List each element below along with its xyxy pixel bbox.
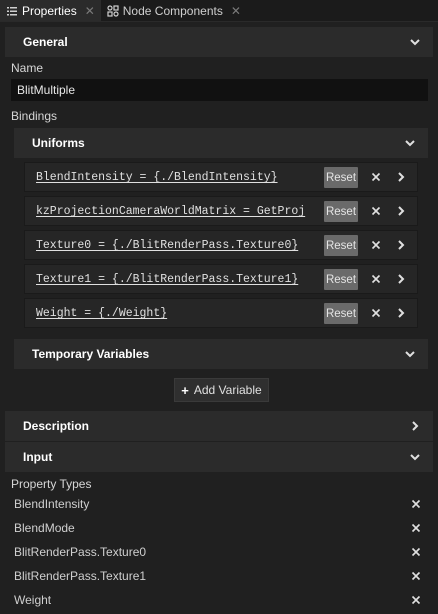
chevron-right-icon[interactable] (395, 239, 407, 251)
chevron-right-icon (412, 421, 419, 431)
add-variable-button[interactable]: + Add Variable (174, 378, 269, 402)
binding-row[interactable]: kzProjectionCameraWorldMatrix = GetProj … (24, 196, 418, 226)
section-title: Description (23, 419, 90, 433)
list-item: BlitRenderPass.Texture0 (14, 542, 428, 562)
list-item: BlendIntensity (14, 494, 428, 514)
temporary-variables-header[interactable]: Temporary Variables (14, 339, 428, 369)
remove-icon[interactable] (410, 570, 422, 582)
list-item: BlitRenderPass.Texture1 (14, 566, 428, 586)
tab-node-components[interactable]: Node Components ✕ (101, 0, 247, 21)
section-input-header[interactable]: Input (5, 442, 433, 472)
chevron-right-icon[interactable] (395, 307, 407, 319)
chevron-down-icon (405, 351, 415, 358)
remove-icon[interactable] (410, 498, 422, 510)
binding-expression[interactable]: kzProjectionCameraWorldMatrix = GetProj (36, 204, 315, 220)
reset-button[interactable]: Reset (324, 303, 358, 324)
plus-icon: + (181, 382, 189, 398)
remove-icon[interactable] (410, 594, 422, 606)
bindings-label: Bindings (11, 109, 58, 123)
list-item: BlendMode (14, 518, 428, 538)
reset-button[interactable]: Reset (324, 201, 358, 222)
binding-expression[interactable]: Texture0 = {./BlitRenderPass.Texture0} (36, 238, 315, 254)
remove-icon[interactable] (370, 273, 382, 285)
remove-icon[interactable] (370, 239, 382, 251)
remove-icon[interactable] (410, 546, 422, 558)
binding-row[interactable]: Texture1 = {./BlitRenderPass.Texture1} R… (24, 264, 418, 294)
section-title: Temporary Variables (32, 347, 150, 361)
list-item: Weight (14, 590, 428, 610)
binding-row[interactable]: BlendIntensity = {./BlendIntensity} Rese… (24, 162, 418, 192)
components-icon (107, 4, 119, 17)
binding-row[interactable]: Weight = {./Weight} Reset (24, 298, 418, 328)
chevron-down-icon (410, 454, 420, 461)
binding-expression[interactable]: BlendIntensity = {./BlendIntensity} (36, 170, 315, 186)
section-title: Input (23, 450, 53, 464)
reset-button[interactable]: Reset (324, 269, 358, 290)
section-general-header[interactable]: General (5, 27, 433, 57)
name-label: Name (11, 61, 44, 75)
property-type-label: BlendIntensity (14, 497, 90, 511)
remove-icon[interactable] (370, 307, 382, 319)
chevron-right-icon[interactable] (395, 273, 407, 285)
tab-label: Properties (22, 3, 77, 18)
chevron-right-icon[interactable] (395, 205, 407, 217)
property-type-label: BlitRenderPass.Texture0 (14, 545, 147, 559)
property-types-label: Property Types (11, 477, 92, 491)
remove-icon[interactable] (370, 205, 382, 217)
tab-bar: Properties ✕ Node Components ✕ (0, 0, 438, 22)
tab-label: Node Components (122, 3, 223, 18)
name-field[interactable]: BlitMultiple (11, 79, 428, 101)
property-type-label: BlitRenderPass.Texture1 (14, 569, 147, 583)
close-icon[interactable]: ✕ (231, 4, 241, 18)
binding-expression[interactable]: Weight = {./Weight} (36, 306, 315, 322)
binding-row[interactable]: Texture0 = {./BlitRenderPass.Texture0} R… (24, 230, 418, 260)
close-icon[interactable]: ✕ (85, 4, 95, 18)
reset-button[interactable]: Reset (324, 167, 358, 188)
chevron-down-icon (405, 140, 415, 147)
binding-expression[interactable]: Texture1 = {./BlitRenderPass.Texture1} (36, 272, 315, 288)
section-title: General (23, 35, 68, 49)
add-variable-label: Add Variable (193, 383, 262, 397)
list-icon (6, 5, 18, 17)
property-type-label: BlendMode (14, 521, 75, 535)
remove-icon[interactable] (370, 171, 382, 183)
reset-button[interactable]: Reset (324, 235, 358, 256)
chevron-right-icon[interactable] (395, 171, 407, 183)
property-type-label: Weight (14, 593, 52, 607)
section-title: Uniforms (32, 136, 85, 150)
tab-properties[interactable]: Properties ✕ (0, 0, 101, 21)
chevron-down-icon (410, 39, 420, 46)
remove-icon[interactable] (410, 522, 422, 534)
section-description-header[interactable]: Description (5, 411, 433, 441)
uniforms-header[interactable]: Uniforms (14, 128, 428, 158)
